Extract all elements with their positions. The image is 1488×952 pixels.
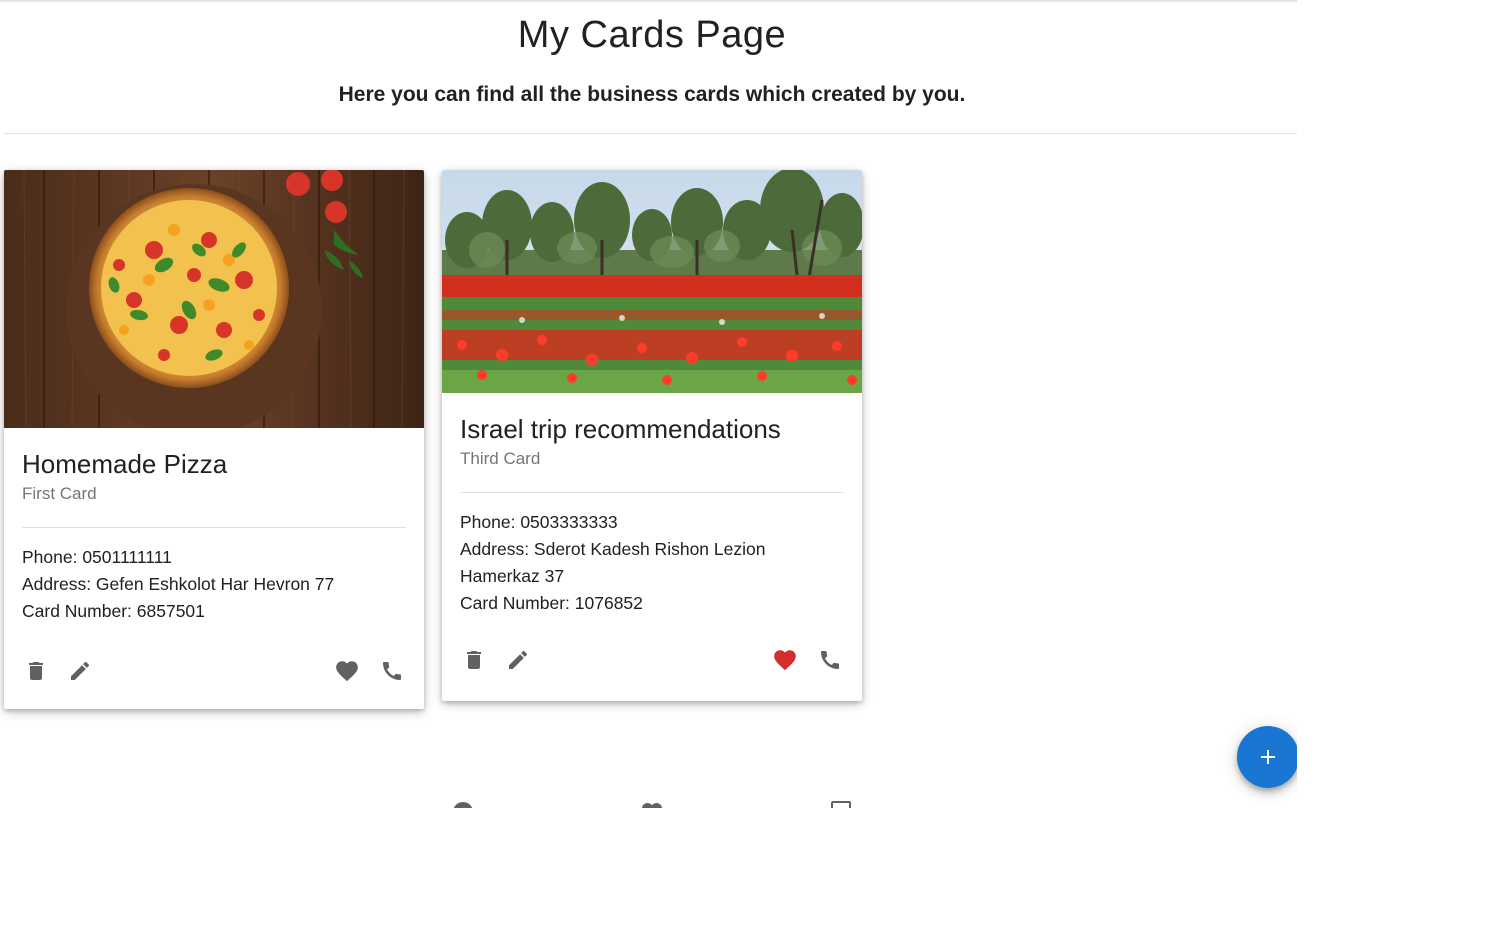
nav-about-icon[interactable] xyxy=(451,800,475,808)
add-card-button[interactable] xyxy=(1237,726,1297,788)
card-subtitle: First Card xyxy=(22,484,97,503)
card-subtitle: Third Card xyxy=(460,449,541,468)
trash-icon[interactable] xyxy=(460,646,488,674)
card-phone: Phone: 0501111111 xyxy=(22,547,172,567)
plus-icon xyxy=(1261,750,1275,764)
card-address: Address: Sderot Kadesh Rishon Lezion Ham… xyxy=(460,539,766,586)
card-number: Card Number: 6857501 xyxy=(22,601,205,621)
pencil-icon[interactable] xyxy=(504,646,532,674)
page-subtitle: Here you can find all the business cards… xyxy=(338,83,966,106)
nav-favorites-icon[interactable] xyxy=(640,800,664,808)
trash-icon[interactable] xyxy=(22,657,50,685)
card-image[interactable] xyxy=(442,170,862,393)
viewport: My Cards Page Here you can find all the … xyxy=(0,0,1297,808)
heart-icon[interactable] xyxy=(771,646,799,674)
card-info: Phone: 0503333333 Address: Sderot Kadesh… xyxy=(460,509,844,617)
card-actions xyxy=(4,639,424,709)
card-phone: Phone: 0503333333 xyxy=(460,512,618,532)
card-divider xyxy=(460,492,844,493)
card-image[interactable] xyxy=(4,170,424,428)
top-edge-shadow xyxy=(0,0,1297,3)
card-title: Israel trip recommendations xyxy=(460,414,781,444)
nav-my-cards-icon[interactable] xyxy=(829,800,853,808)
business-card[interactable]: Israel trip recommendations Third Card P… xyxy=(442,170,862,701)
card-title: Homemade Pizza xyxy=(22,449,228,479)
pizza-image xyxy=(4,170,424,428)
red-flower-field-image xyxy=(442,170,862,393)
card-address: Address: Gefen Eshkolot Har Hevron 77 xyxy=(22,574,335,594)
phone-icon[interactable] xyxy=(816,646,844,674)
phone-icon[interactable] xyxy=(378,657,406,685)
header-divider xyxy=(4,133,1297,134)
card-info: Phone: 0501111111 Address: Gefen Eshkolo… xyxy=(22,544,406,625)
card-actions xyxy=(442,631,862,701)
business-card[interactable]: Homemade Pizza First Card Phone: 0501111… xyxy=(4,170,424,709)
card-divider xyxy=(22,527,406,528)
card-number: Card Number: 1076852 xyxy=(460,593,643,613)
page-title: My Cards Page xyxy=(517,14,787,56)
heart-icon[interactable] xyxy=(333,657,361,685)
pencil-icon[interactable] xyxy=(66,657,94,685)
